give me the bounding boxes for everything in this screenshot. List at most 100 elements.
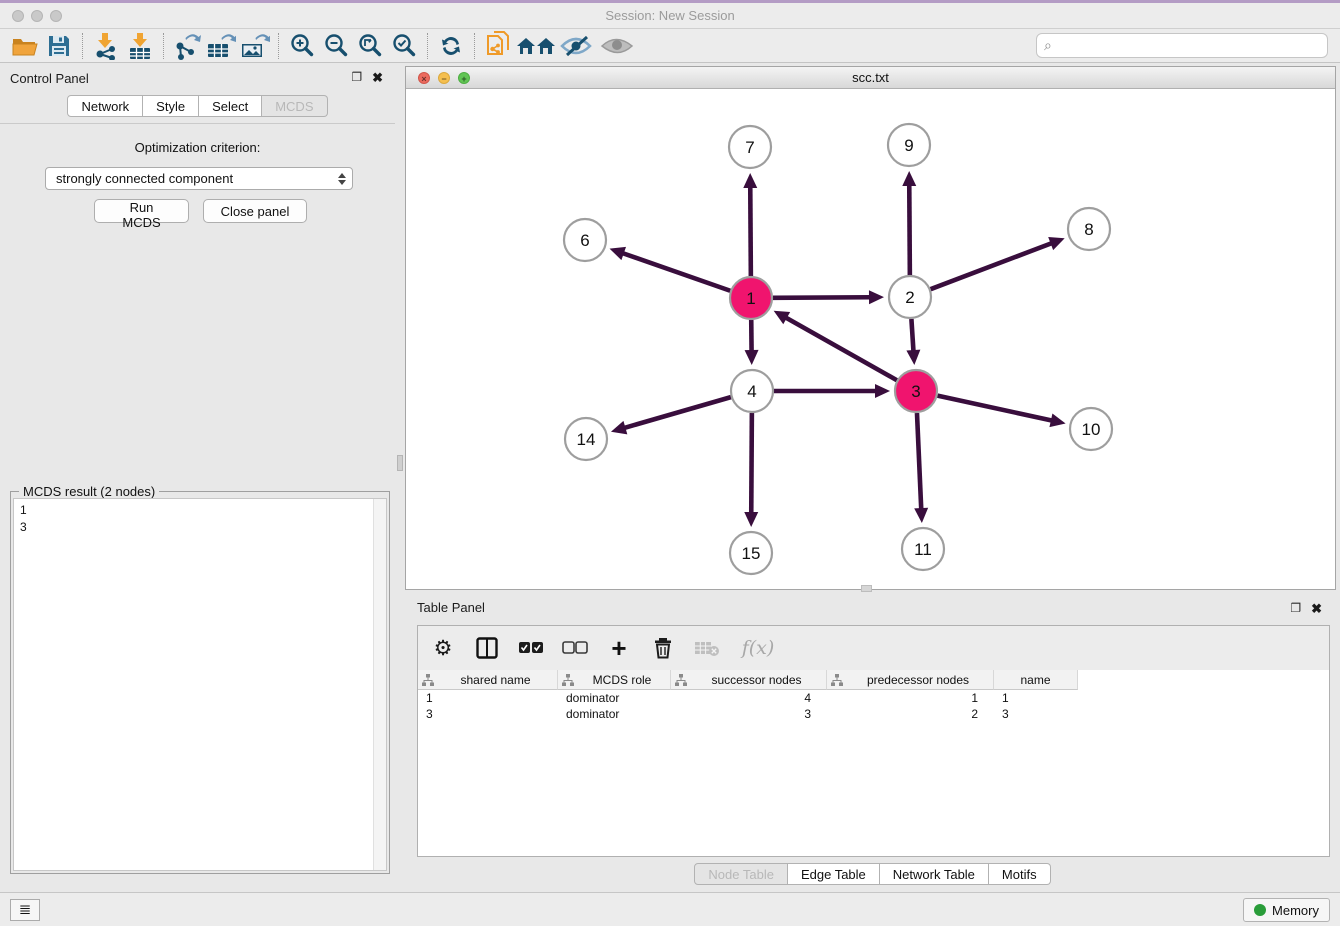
- table-row[interactable]: 3dominator323: [418, 706, 1329, 722]
- network-window[interactable]: × − + scc.txt 7968124314101511: [405, 66, 1336, 590]
- delete-table-icon[interactable]: [692, 633, 722, 663]
- home-icon[interactable]: [515, 31, 557, 61]
- memory-button[interactable]: Memory: [1243, 898, 1330, 922]
- graph-edge-1-2[interactable]: [773, 290, 884, 304]
- float-panel-icon[interactable]: ❐: [351, 70, 362, 86]
- close-window-button[interactable]: [12, 10, 24, 22]
- network-canvas[interactable]: 7968124314101511: [406, 89, 1335, 589]
- graph-node-14[interactable]: 14: [565, 418, 607, 460]
- network-minimize-button[interactable]: −: [438, 72, 450, 84]
- save-icon[interactable]: [42, 31, 76, 61]
- node-table[interactable]: shared nameMCDS rolesuccessor nodesprede…: [418, 670, 1329, 832]
- minimize-window-button[interactable]: [31, 10, 43, 22]
- split-columns-icon[interactable]: [472, 633, 502, 663]
- column-header-predecessor_nodes[interactable]: predecessor nodes: [827, 670, 994, 690]
- zoom-out-icon[interactable]: [319, 31, 353, 61]
- graph-node-4[interactable]: 4: [731, 370, 773, 412]
- column-header-name[interactable]: name: [994, 670, 1078, 690]
- tab-motifs[interactable]: Motifs: [989, 863, 1051, 885]
- titlebar[interactable]: Session: New Session: [0, 3, 1340, 29]
- graph-node-11[interactable]: 11: [902, 528, 944, 570]
- cell-predecessor_nodes[interactable]: 2: [827, 706, 994, 722]
- zoom-in-icon[interactable]: [285, 31, 319, 61]
- graph-edge-2-9[interactable]: [902, 171, 916, 275]
- tab-network[interactable]: Network: [67, 95, 143, 117]
- export-network-icon[interactable]: [170, 31, 204, 61]
- open-folder-icon[interactable]: [8, 31, 42, 61]
- float-table-panel-icon[interactable]: ❐: [1290, 601, 1301, 617]
- graph-node-9[interactable]: 9: [888, 124, 930, 166]
- export-image-icon[interactable]: [238, 31, 272, 61]
- cell-successor_nodes[interactable]: 4: [671, 690, 827, 706]
- graph-node-10[interactable]: 10: [1070, 408, 1112, 450]
- import-network-icon[interactable]: [89, 31, 123, 61]
- graph-edge-4-3[interactable]: [774, 384, 890, 398]
- search-input-wrapper[interactable]: ⌕: [1036, 33, 1328, 58]
- cell-mcds_role[interactable]: dominator: [558, 706, 671, 722]
- hide-eye-icon[interactable]: [557, 31, 597, 61]
- graph-edge-2-8[interactable]: [931, 237, 1065, 289]
- tab-select[interactable]: Select: [199, 95, 262, 117]
- column-header-mcds_role[interactable]: MCDS role: [558, 670, 671, 690]
- column-header-successor_nodes[interactable]: successor nodes: [671, 670, 827, 690]
- graph-node-2[interactable]: 2: [889, 276, 931, 318]
- delete-column-icon[interactable]: [648, 633, 678, 663]
- vertical-splitter[interactable]: [395, 63, 405, 892]
- network-file-icon[interactable]: [481, 31, 515, 61]
- graph-edge-1-6[interactable]: [610, 247, 731, 291]
- tab-style[interactable]: Style: [143, 95, 199, 117]
- graph-edge-1-4[interactable]: [745, 320, 759, 365]
- import-table-icon[interactable]: [123, 31, 157, 61]
- close-panel-icon[interactable]: ✖: [372, 70, 383, 86]
- run-mcds-button[interactable]: Run MCDS: [94, 199, 189, 223]
- list-view-button[interactable]: ≣: [10, 899, 40, 921]
- result-scrollbar[interactable]: [373, 499, 386, 870]
- add-column-icon[interactable]: +: [604, 633, 634, 663]
- gear-icon[interactable]: ⚙: [428, 633, 458, 663]
- cell-shared_name[interactable]: 1: [418, 690, 558, 706]
- unselect-all-icon[interactable]: [560, 633, 590, 663]
- graph-node-6[interactable]: 6: [564, 219, 606, 261]
- network-zoom-button[interactable]: +: [458, 72, 470, 84]
- show-eye-icon[interactable]: [597, 31, 637, 61]
- graph-edge-3-1[interactable]: [774, 311, 897, 380]
- graph-node-3[interactable]: 3: [895, 370, 937, 412]
- cell-successor_nodes[interactable]: 3: [671, 706, 827, 722]
- tab-network-table[interactable]: Network Table: [880, 863, 989, 885]
- graph-node-8[interactable]: 8: [1068, 208, 1110, 250]
- close-table-panel-icon[interactable]: ✖: [1311, 601, 1322, 617]
- graph-edge-3-11[interactable]: [914, 413, 928, 523]
- cell-name[interactable]: 1: [994, 690, 1078, 706]
- network-close-button[interactable]: ×: [418, 72, 430, 84]
- export-table-icon[interactable]: [204, 31, 238, 61]
- graph-node-1[interactable]: 1: [730, 277, 772, 319]
- graph-edge-2-3[interactable]: [906, 319, 920, 365]
- network-window-titlebar[interactable]: × − + scc.txt: [406, 67, 1335, 89]
- cell-predecessor_nodes[interactable]: 1: [827, 690, 994, 706]
- horizontal-splitter-handle[interactable]: [861, 585, 872, 592]
- graph-node-7[interactable]: 7: [729, 126, 771, 168]
- zoom-window-button[interactable]: [50, 10, 62, 22]
- zoom-fit-icon[interactable]: [353, 31, 387, 61]
- graph-edge-3-10[interactable]: [937, 396, 1065, 427]
- function-builder-icon[interactable]: f(x): [736, 633, 780, 663]
- mcds-result-box[interactable]: 1 3: [13, 498, 387, 871]
- criterion-select[interactable]: strongly connected component: [45, 167, 353, 190]
- tab-mcds[interactable]: MCDS: [262, 95, 327, 117]
- table-row[interactable]: 1dominator411: [418, 690, 1329, 706]
- tab-edge-table[interactable]: Edge Table: [788, 863, 880, 885]
- cell-name[interactable]: 3: [994, 706, 1078, 722]
- refresh-icon[interactable]: [434, 31, 468, 61]
- graph-edge-4-14[interactable]: [611, 397, 731, 434]
- close-panel-button[interactable]: Close panel: [203, 199, 307, 223]
- column-header-shared_name[interactable]: shared name: [418, 670, 558, 690]
- select-all-icon[interactable]: [516, 633, 546, 663]
- graph-edge-1-7[interactable]: [743, 173, 757, 276]
- zoom-selected-icon[interactable]: [387, 31, 421, 61]
- vertical-splitter-handle[interactable]: [397, 455, 403, 471]
- tab-node-table[interactable]: Node Table: [694, 863, 788, 885]
- search-input[interactable]: [1056, 38, 1327, 53]
- cell-shared_name[interactable]: 3: [418, 706, 558, 722]
- cell-mcds_role[interactable]: dominator: [558, 690, 671, 706]
- graph-edge-4-15[interactable]: [744, 413, 758, 527]
